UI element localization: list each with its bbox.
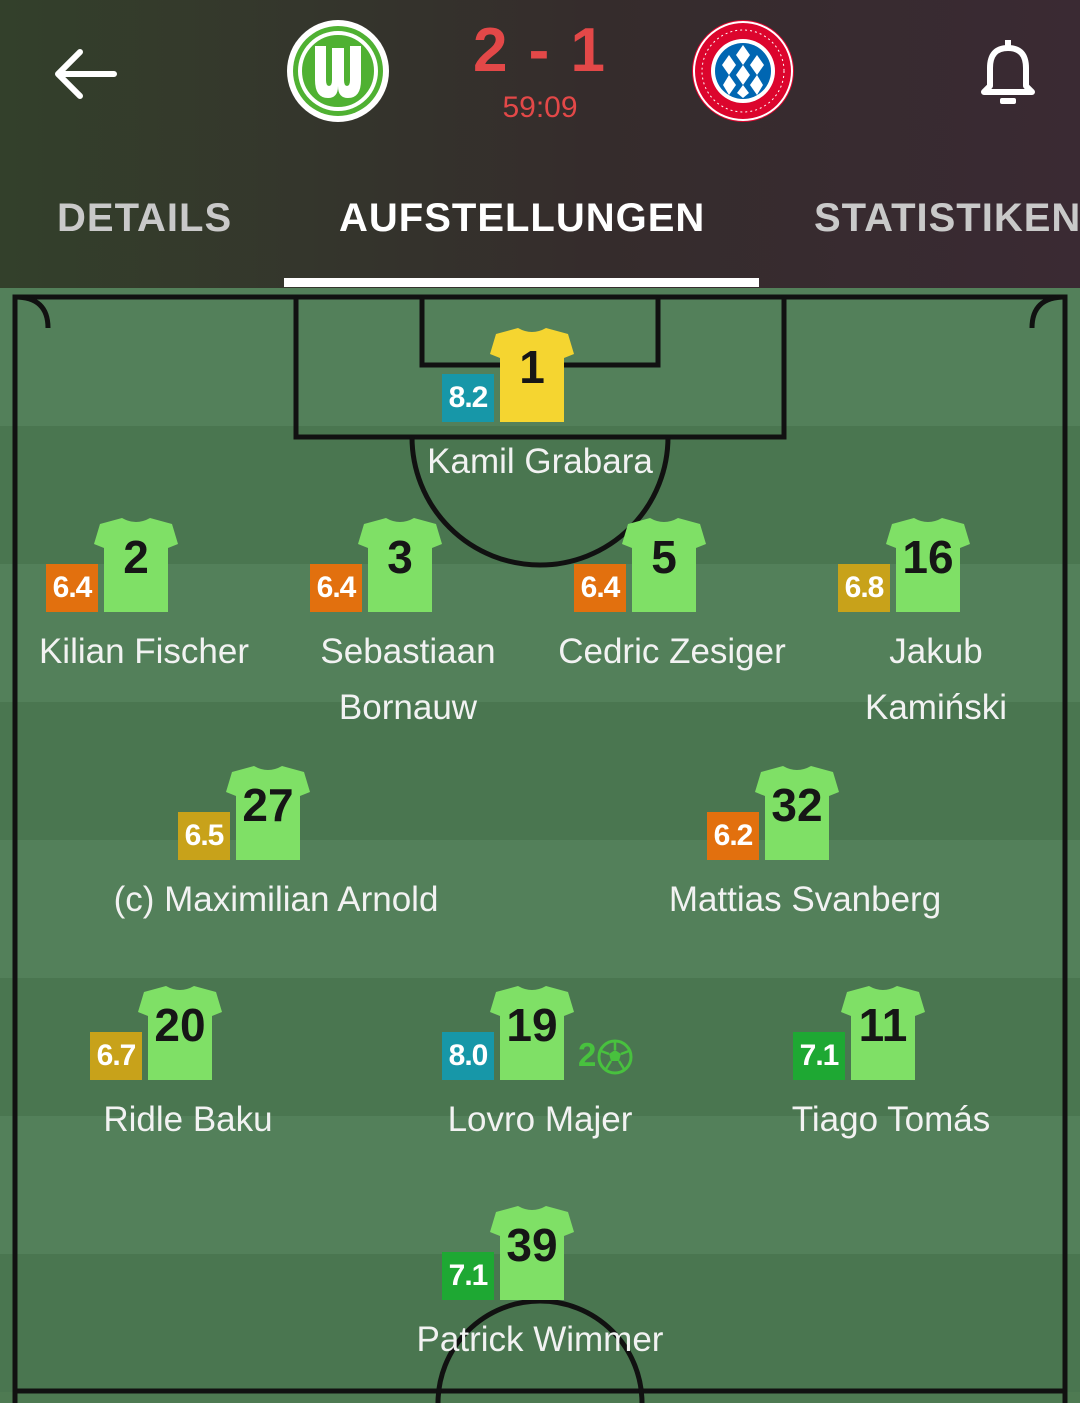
player-name: Sebastiaan Bornauw [320,632,496,727]
match-header: 2 - 1 59:09 DETAILS AUFSTELLUNGEN STATIS… [0,0,1080,288]
tab-details[interactable]: DETAILS [57,190,232,246]
jersey-number: 16 [902,531,954,583]
player-striker[interactable]: 39 7.1 Patrick Wimmer [390,1204,690,1403]
jersey-number: 11 [858,999,908,1051]
player-goalkeeper[interactable]: 1 8.2 Kamil Grabara [390,326,690,526]
player-name: Ridle Baku [103,1100,273,1139]
player-rating: 6.2 [707,812,759,860]
jersey-icon: 1 [490,326,574,422]
player-name: Patrick Wimmer [416,1320,664,1359]
player-name: Jakub Kamiński [865,632,1007,727]
player-defender[interactable]: 5 6.4 Cedric Zesiger [522,516,822,716]
player-name: (c) Maximilian Arnold [113,880,439,919]
player-rating: 8.2 [442,374,494,422]
tab-lineups[interactable]: AUFSTELLUNGEN [339,190,705,246]
jersey-icon: 5 [622,516,706,612]
tab-statistics[interactable]: STATISTIKEN [814,190,1080,246]
lineup-pitch: 1 8.2 Kamil Grabara 2 6.4 Kilian Fischer… [0,288,1080,1403]
player-attacking-midfielder[interactable]: 11 7.1 Tiago Tomás [741,984,1041,1184]
player-name: Tiago Tomás [791,1100,991,1139]
jersey-number: 5 [651,531,677,583]
active-tab-indicator [284,278,759,287]
jersey-number: 39 [506,1219,558,1271]
vfl-wolfsburg-crest-icon [287,20,389,122]
jersey-icon: 20 [138,984,222,1080]
jersey-icon: 39 [490,1204,574,1300]
player-defender[interactable]: 16 6.8 Jakub Kamiński [786,516,1080,727]
player-midfielder[interactable]: 32 6.2 Mattias Svanberg [655,764,955,964]
player-rating: 6.7 [90,1032,142,1080]
player-defender[interactable]: 3 6.4 Sebastiaan Bornauw [258,516,558,727]
player-rating: 7.1 [442,1252,494,1300]
jersey-icon: 32 [755,764,839,860]
jersey-number: 20 [154,999,206,1051]
player-name: Cedric Zesiger [558,632,786,671]
player-name: Kilian Fischer [38,632,250,671]
notification-bell-icon[interactable] [976,34,1040,110]
jersey-icon: 3 [358,516,442,612]
player-rating: 6.4 [574,564,626,612]
jersey-number: 27 [242,779,294,831]
jersey-number: 1 [519,341,545,393]
player-name: Mattias Svanberg [668,880,942,919]
match-clock: 59:09 [502,91,578,124]
jersey-number: 19 [506,999,558,1051]
player-rating: 6.4 [46,564,98,612]
player-rating: 7.1 [793,1032,845,1080]
player-rating: 6.8 [838,564,890,612]
goal-count: 2 [578,1036,597,1073]
player-defender[interactable]: 2 6.4 Kilian Fischer [0,516,294,716]
player-rating: 6.4 [310,564,362,612]
player-name: Kamil Grabara [427,442,653,481]
player-midfielder[interactable]: 27 6.5 (c) Maximilian Arnold [114,764,438,964]
jersey-icon: 19 [490,984,574,1080]
player-attacking-midfielder[interactable]: 19 8.0 2 Lovro Majer [390,984,690,1184]
jersey-icon: 27 [226,764,310,860]
jersey-icon: 2 [94,516,178,612]
match-score: 2 - 1 [472,16,608,85]
player-rating: 6.5 [178,812,230,860]
back-arrow-icon[interactable] [48,38,120,110]
player-name: Lovro Majer [447,1100,633,1139]
jersey-icon: 11 [841,984,925,1080]
jersey-icon: 16 [886,516,970,612]
player-rating: 8.0 [442,1032,494,1080]
jersey-number: 32 [771,779,823,831]
fc-bayern-muenchen-crest-icon [692,20,794,122]
away-team-logo[interactable] [690,18,796,124]
football-icon [597,1039,633,1075]
jersey-number: 3 [387,531,413,583]
home-team-logo[interactable] [285,18,391,124]
player-attacking-midfielder[interactable]: 20 6.7 Ridle Baku [38,984,338,1184]
goals-scored: 2 [578,1034,634,1076]
jersey-number: 2 [123,531,149,583]
